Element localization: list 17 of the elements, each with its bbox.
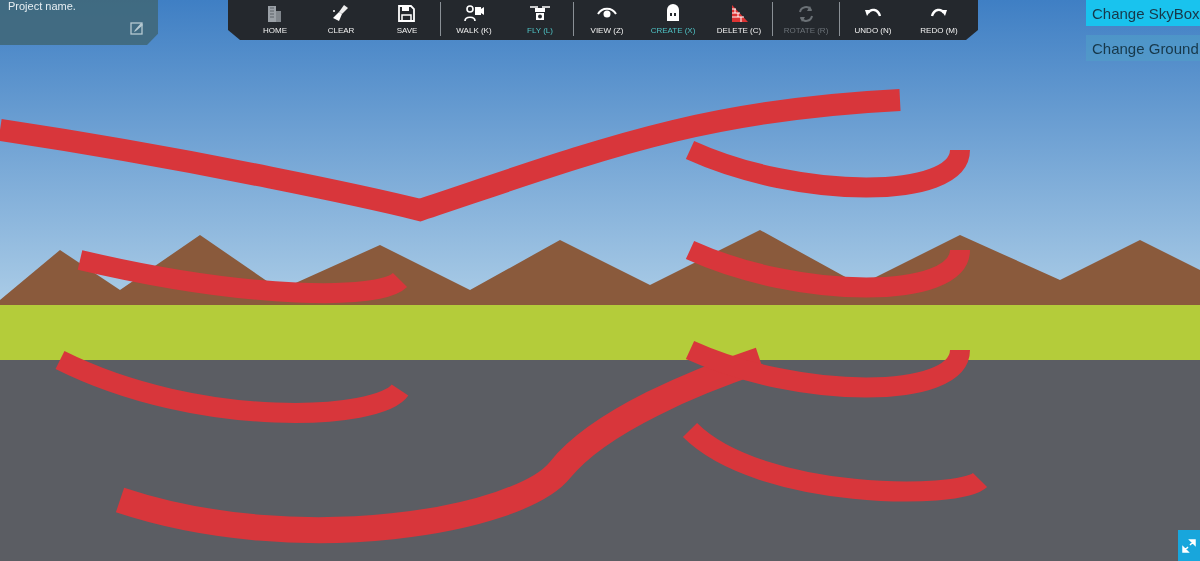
- toolbar-button[interactable]: VIEW (Z): [574, 2, 640, 36]
- person-camera-icon: [463, 3, 485, 24]
- toolbar-button[interactable]: UNDO (N): [840, 2, 906, 36]
- expand-icon: [1182, 538, 1196, 553]
- toolbar-button[interactable]: DELETE (C): [706, 2, 772, 36]
- toolbar-button[interactable]: WALK (K): [441, 2, 507, 36]
- change-button[interactable]: Change Ground: [1086, 35, 1200, 61]
- edit-icon[interactable]: [130, 21, 144, 35]
- toolbar-button[interactable]: FLY (L): [507, 2, 573, 36]
- toolbar-button[interactable]: SAVE: [374, 2, 440, 36]
- toolbar-button[interactable]: CLEAR: [308, 2, 374, 36]
- toolbar-button[interactable]: CREATE (X): [640, 2, 706, 36]
- change-button[interactable]: Change SkyBox: [1086, 0, 1200, 26]
- toolbar-button[interactable]: HOME: [242, 2, 308, 36]
- project-name-label[interactable]: Project name.: [8, 0, 150, 12]
- toolbar-button[interactable]: REDO (M): [906, 2, 972, 36]
- fullscreen-button[interactable]: [1178, 530, 1200, 561]
